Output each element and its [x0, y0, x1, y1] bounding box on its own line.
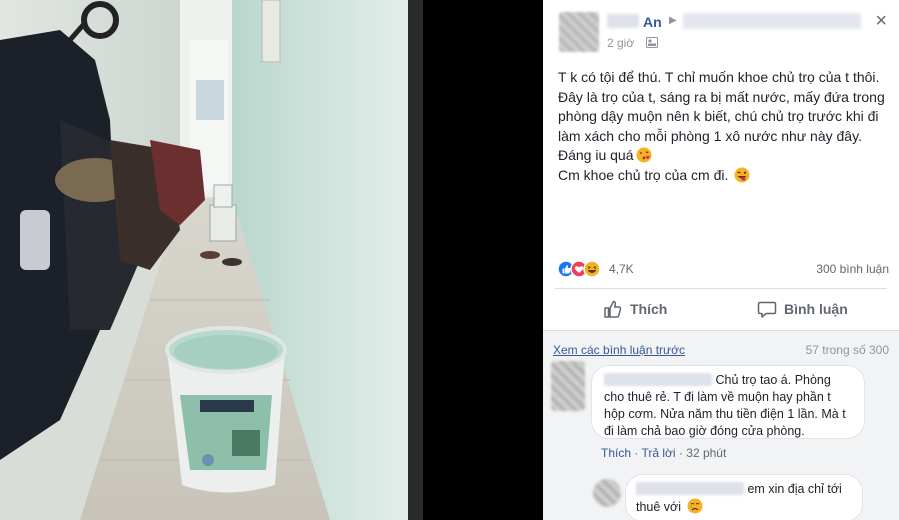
- reactions-bar: 4,7K 300 bình luận: [555, 259, 889, 279]
- comment-meta: Thích · Trả lời · 32 phút: [601, 446, 726, 460]
- post-line-2: Đây là trọ của t, sáng ra bị mất nước, m…: [558, 88, 885, 144]
- close-icon[interactable]: ×: [875, 11, 887, 31]
- kiss-emoji-icon: [636, 147, 652, 163]
- comment-bubble-icon: [757, 301, 777, 318]
- post-panel: An ▶ × 2 giờ T k có tội để thú. T chỉ mu…: [543, 0, 899, 520]
- post-line-4-text: Cm khoe chủ trọ của cm đi.: [558, 166, 729, 183]
- post-body: T k có tội để thú. T chỉ muốn khoe chủ t…: [558, 68, 888, 185]
- reply-name-blurred[interactable]: [636, 482, 744, 495]
- commenter-name-blurred[interactable]: [604, 373, 712, 386]
- post-time[interactable]: 2 giờ: [607, 36, 634, 50]
- author-avatar[interactable]: [559, 12, 599, 52]
- comment-reply-link[interactable]: Trả lời: [641, 446, 675, 460]
- divider: [555, 288, 887, 289]
- post-line-3-text: Đáng iu quá: [558, 147, 634, 163]
- caret-right-icon: ▶: [669, 15, 677, 26]
- like-button-label: Thích: [630, 301, 668, 317]
- post-line-1: T k có tội để thú. T chỉ muốn khoe chủ t…: [558, 69, 880, 85]
- comment-bubble: Chủ trọ tao á. Phòng cho thuê rẻ. T đi l…: [591, 365, 865, 439]
- comments-section: Xem các bình luận trước 57 trong số 300 …: [543, 330, 899, 520]
- commenter-avatar[interactable]: [551, 361, 585, 411]
- tongue-wink-emoji-icon: [734, 167, 750, 182]
- globe-audience-icon[interactable]: [646, 37, 658, 48]
- author-name-blurred: [607, 14, 639, 28]
- post-line-4: Cm khoe chủ trọ của cm đi.: [558, 166, 888, 186]
- thumb-up-icon: [604, 300, 622, 318]
- comments-paging: 57 trong số 300: [805, 343, 889, 357]
- haha-reaction-icon: [583, 260, 601, 278]
- crying-emoji-icon: [687, 498, 703, 514]
- reply-avatar[interactable]: [593, 479, 621, 507]
- comment-time[interactable]: 32 phút: [686, 446, 726, 460]
- reaction-icons[interactable]: [557, 260, 607, 278]
- author-name[interactable]: An: [643, 14, 662, 30]
- view-previous-comments-link[interactable]: Xem các bình luận trước: [553, 343, 685, 357]
- hallway-photo: [0, 0, 543, 520]
- post-line-3: Đáng iu quá: [558, 146, 888, 166]
- comment-button[interactable]: Bình luận: [757, 290, 848, 328]
- comment-like-link[interactable]: Thích: [601, 446, 631, 460]
- post-actions: Thích Bình luận: [543, 290, 899, 328]
- group-name-blurred[interactable]: [683, 13, 861, 29]
- reaction-count[interactable]: 4,7K: [609, 262, 634, 276]
- reply-bubble: em xin địa chỉ tới thuê với: [625, 474, 863, 520]
- like-button[interactable]: Thích: [603, 290, 667, 328]
- post-photo[interactable]: [0, 0, 543, 520]
- comment-button-label: Bình luận: [784, 301, 848, 317]
- post-header: An ▶ × 2 giờ: [543, 0, 899, 60]
- comment-count[interactable]: 300 bình luận: [816, 262, 889, 276]
